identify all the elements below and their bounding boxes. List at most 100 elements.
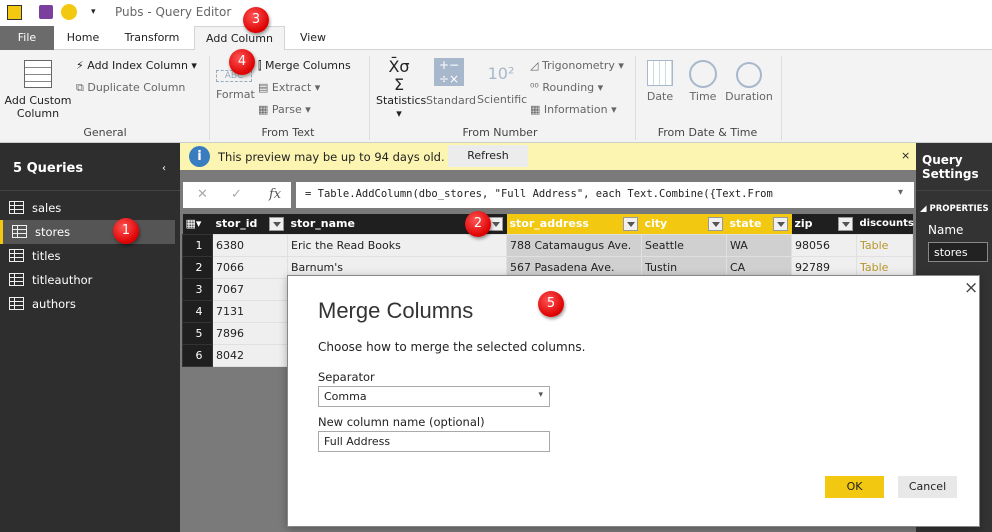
filter-dropdown-icon[interactable] <box>707 217 723 231</box>
confirm-formula-icon[interactable]: ✓ <box>231 182 242 208</box>
table-icon <box>12 225 27 238</box>
time-button[interactable]: Time <box>688 60 718 103</box>
query-item-stores[interactable]: stores <box>0 220 175 244</box>
trigonometry-button[interactable]: ◿ Trigonometry ▾ <box>530 59 624 72</box>
query-item-titles[interactable]: titles <box>0 244 175 268</box>
add-custom-column-button[interactable]: Add Custom Column <box>4 94 72 120</box>
filter-dropdown-icon[interactable] <box>268 217 284 231</box>
query-item-authors[interactable]: authors <box>0 292 175 316</box>
duplicate-column-button[interactable]: ⧉ Duplicate Column <box>76 81 185 95</box>
table-cell: 8042 <box>212 343 288 367</box>
table-cell: Eric the Read Books <box>287 233 507 257</box>
date-button[interactable]: Date <box>645 60 675 103</box>
refresh-button[interactable]: Refresh <box>448 145 528 167</box>
table-menu-icon[interactable]: ▦▾ <box>182 214 213 234</box>
query-label: stores <box>35 225 71 239</box>
format-label: Format <box>216 88 255 101</box>
parse-button[interactable]: ▦ Parse ▾ <box>258 103 311 116</box>
name-label: Name <box>928 223 964 237</box>
cancel-button[interactable]: Cancel <box>898 476 957 498</box>
add-custom-column-icon <box>24 60 52 88</box>
merge-label: Merge Columns <box>265 59 351 72</box>
info-icon: i <box>189 146 210 167</box>
extract-button[interactable]: ▤ Extract ▾ <box>258 81 320 94</box>
fx-icon[interactable]: fx <box>269 182 281 208</box>
query-name-input[interactable]: stores <box>928 242 988 262</box>
column-header-discounts[interactable]: discounts <box>856 214 914 234</box>
merge-columns-button[interactable]: ⫿ Merge Columns <box>258 59 351 73</box>
ok-button[interactable]: OK <box>825 476 884 498</box>
extract-label: Extract <box>271 81 312 94</box>
sigma-icon: X̄σ Σ <box>388 57 410 94</box>
information-label: Information <box>543 103 608 116</box>
table-cell: 7067 <box>212 277 288 301</box>
add-index-column-button[interactable]: ⚡ Add Index Column ▾ <box>76 59 197 72</box>
clock-icon <box>689 60 717 88</box>
divider <box>369 56 370 140</box>
divider <box>781 56 782 140</box>
filter-dropdown-icon[interactable] <box>772 217 788 231</box>
tab-transform[interactable]: Transform <box>116 26 188 50</box>
rounding-label: Rounding <box>542 81 595 94</box>
time-label: Time <box>689 90 717 103</box>
properties-header[interactable]: ◢ PROPERTIES <box>920 204 990 214</box>
row-number: 2 <box>182 255 213 279</box>
column-header-stor_id[interactable]: stor_id <box>212 214 288 234</box>
filter-dropdown-icon[interactable] <box>622 217 638 231</box>
tab-file[interactable]: File <box>0 26 54 50</box>
formula-input[interactable]: = Table.AddColumn(dbo_stores, "Full Addr… <box>296 182 914 208</box>
collapse-pane-icon[interactable]: ‹ <box>162 163 166 174</box>
customize-toolbar-icon[interactable]: ▾ <box>91 7 96 17</box>
close-dialog-icon[interactable]: × <box>964 278 978 298</box>
statistics-button[interactable]: X̄σ Σ Statistics ▾ <box>376 57 427 121</box>
rounding-button[interactable]: ⁰⁰ Rounding ▾ <box>530 81 603 94</box>
table-cell: 7896 <box>212 321 288 345</box>
query-item-titleauthor[interactable]: titleauthor <box>0 268 175 292</box>
format-button[interactable]: ABC Format <box>216 70 255 101</box>
title-bar: ▾ Pubs - Query Editor <box>0 0 992 26</box>
duplicate-label: Duplicate Column <box>87 81 186 94</box>
smiley-icon[interactable] <box>61 4 77 20</box>
divider <box>635 56 636 140</box>
tab-view[interactable]: View <box>290 26 336 50</box>
add-index-label: Add Index Column <box>87 59 188 72</box>
query-item-sales[interactable]: sales <box>0 196 175 220</box>
separator-value: Comma <box>324 390 367 403</box>
scientific-button[interactable]: 10² Scientific <box>477 64 527 106</box>
column-name: zip <box>794 217 813 231</box>
filter-dropdown-icon[interactable] <box>837 217 853 231</box>
separator-select[interactable]: Comma ▾ <box>318 386 550 407</box>
column-header-state[interactable]: state <box>726 214 792 234</box>
merge-columns-dialog: × Merge Columns Choose how to merge the … <box>287 275 980 527</box>
new-column-name-label: New column name (optional) <box>318 415 485 429</box>
table-cell: 7131 <box>212 299 288 323</box>
date-label: Date <box>646 90 674 103</box>
column-header-zip[interactable]: zip <box>791 214 857 234</box>
row-number: 5 <box>182 321 213 345</box>
divider <box>209 56 210 140</box>
column-name: stor_name <box>290 217 355 231</box>
tab-home[interactable]: Home <box>58 26 108 50</box>
query-label: authors <box>32 297 76 311</box>
standard-label: Standard <box>426 94 477 107</box>
new-column-name-input[interactable]: Full Address <box>318 431 550 452</box>
save-icon[interactable] <box>39 5 53 19</box>
standard-button[interactable]: +− ÷× Standard <box>426 58 477 107</box>
cancel-formula-icon[interactable]: ✕ <box>197 182 208 208</box>
chevron-down-icon: ▾ <box>538 390 543 400</box>
properties-label: PROPERTIES <box>929 204 989 214</box>
table-cell: Seattle <box>641 233 727 257</box>
information-button[interactable]: ▦ Information ▾ <box>530 103 617 116</box>
column-header-stor_address[interactable]: stor_address <box>506 214 642 234</box>
table-cell: 7066 <box>212 255 288 279</box>
query-label: titleauthor <box>32 273 93 287</box>
close-notice-icon[interactable]: × <box>901 149 910 162</box>
table-cell[interactable]: Table <box>856 233 913 257</box>
duration-button[interactable]: Duration <box>725 60 773 103</box>
tab-add-column[interactable]: Add Column <box>194 26 285 51</box>
column-header-city[interactable]: city <box>641 214 727 234</box>
power-icon: 10² <box>487 64 515 83</box>
expand-formula-icon[interactable]: ▾ <box>898 187 903 198</box>
query-label: sales <box>32 201 62 215</box>
statistics-label: Statistics <box>376 94 427 107</box>
